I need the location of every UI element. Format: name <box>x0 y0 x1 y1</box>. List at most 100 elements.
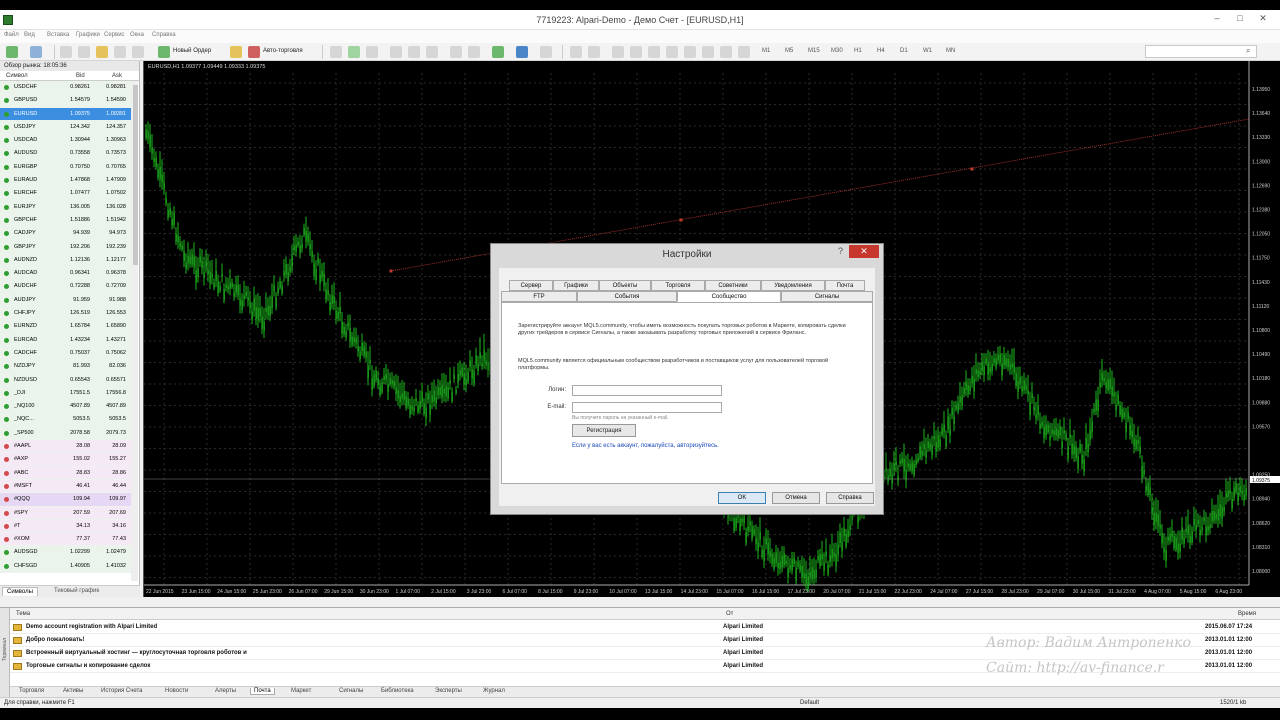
search-icon[interactable]: ⌕ <box>1246 46 1250 56</box>
tab-trade[interactable]: Торговля <box>16 688 47 694</box>
autotrading-icon[interactable] <box>248 46 260 58</box>
symbol-row[interactable]: CADJPY 94.939 94.973 <box>0 227 131 241</box>
symbol-row[interactable]: #AAPL 28.08 28.09 <box>0 440 131 454</box>
terminal-icon[interactable] <box>114 46 126 58</box>
symbol-row[interactable]: _NQC... 5053.5 5053.5 <box>0 413 131 427</box>
market-watch-icon[interactable] <box>60 46 72 58</box>
symbol-row[interactable]: EURJPY 136.005 136.028 <box>0 200 131 214</box>
symbol-row[interactable]: #SPY 207.59 207.69 <box>0 506 131 520</box>
periods-icon[interactable] <box>516 46 528 58</box>
horizontal-line-icon[interactable] <box>630 46 642 58</box>
new-chart-icon[interactable] <box>6 46 18 58</box>
tab-experts[interactable]: Эксперты <box>432 688 465 694</box>
strategy-tester-icon[interactable] <box>132 46 144 58</box>
channel-icon[interactable] <box>666 46 678 58</box>
menu-file[interactable]: Файл <box>4 32 19 38</box>
login-link[interactable]: Если у вас есть аккаунт, пожалуйста, авт… <box>572 443 719 449</box>
symbol-row[interactable]: AUDUSD 0.73558 0.73573 <box>0 147 131 161</box>
login-input[interactable] <box>572 385 722 396</box>
symbol-row[interactable]: CHFSGD 1.40905 1.41032 <box>0 559 131 573</box>
symbol-row[interactable]: #ABC 28.83 28.86 <box>0 466 131 480</box>
tab-alerts[interactable]: Алерты <box>212 688 239 694</box>
column-ask[interactable]: Ask <box>112 73 122 79</box>
timeframe-h4[interactable]: H4 <box>877 48 885 54</box>
timeframe-d1[interactable]: D1 <box>900 48 908 54</box>
email-input[interactable] <box>572 402 722 413</box>
timeframe-m5[interactable]: M5 <box>785 48 793 54</box>
symbol-row[interactable]: #AXP 155.02 155.27 <box>0 453 131 467</box>
editor-icon[interactable] <box>230 46 242 58</box>
tab-notifications[interactable]: Уведомления <box>761 280 825 291</box>
tab-account-history[interactable]: История Счета <box>98 688 145 694</box>
symbol-row[interactable]: #QQQ 109.94 109.97 <box>0 493 131 507</box>
data-window-icon[interactable] <box>78 46 90 58</box>
tab-mailbox[interactable]: Почта <box>250 688 275 695</box>
close-icon[interactable]: ✕ <box>1256 12 1270 24</box>
symbol-row[interactable]: USDCAD 1.30944 1.30963 <box>0 134 131 148</box>
label-tool-icon[interactable] <box>720 46 732 58</box>
timeframe-h1[interactable]: H1 <box>854 48 862 54</box>
candlestick-icon[interactable] <box>348 46 360 58</box>
symbol-row[interactable]: GBPUSD 1.54579 1.54590 <box>0 94 131 108</box>
text-tool-icon[interactable] <box>702 46 714 58</box>
symbol-row[interactable]: _SP500 2078.58 2079.73 <box>0 426 131 441</box>
help-icon[interactable]: ? <box>838 246 843 256</box>
tab-charts[interactable]: Графики <box>553 280 599 291</box>
cancel-button[interactable]: Отмена <box>772 492 820 504</box>
zoom-out-icon[interactable] <box>408 46 420 58</box>
symbol-row[interactable]: _NQ100 4507.89 4507.89 <box>0 400 131 414</box>
chart-shift-icon[interactable] <box>450 46 462 58</box>
timeframe-m30[interactable]: M30 <box>831 48 843 54</box>
tab-assets[interactable]: Активы <box>60 688 86 694</box>
tab-signals[interactable]: Сигналы <box>781 291 873 302</box>
timeframe-w1[interactable]: W1 <box>923 48 932 54</box>
menu-tools[interactable]: Сервис <box>104 32 125 38</box>
search-input[interactable] <box>1145 45 1257 58</box>
symbol-row[interactable]: EURGBP 0.70750 0.70765 <box>0 160 131 175</box>
symbol-row[interactable]: NZDUSD 0.65543 0.65571 <box>0 373 131 387</box>
tab-ftp[interactable]: FTP <box>501 291 577 302</box>
column-from[interactable]: От <box>726 611 733 617</box>
new-order-button[interactable]: Новый Ордер <box>173 48 211 54</box>
tab-journal[interactable]: Журнал <box>480 688 508 694</box>
tab-events[interactable]: События <box>577 291 677 302</box>
symbol-row[interactable]: CADCHF 0.75037 0.75062 <box>0 346 131 361</box>
column-subject[interactable]: Тема <box>16 611 30 617</box>
symbol-row[interactable]: AUDCHF 0.72288 0.72709 <box>0 280 131 294</box>
symbol-row[interactable]: EURCAD 1.43234 1.43271 <box>0 333 131 347</box>
close-dialog-button[interactable]: ✕ <box>849 245 879 258</box>
symbol-row[interactable]: EURNZD 1.65784 1.65890 <box>0 320 131 334</box>
trendline-icon[interactable] <box>648 46 660 58</box>
autoscroll-icon[interactable] <box>468 46 480 58</box>
tab-objects[interactable]: Объекты <box>599 280 651 291</box>
menu-charts[interactable]: Графики <box>76 32 100 38</box>
templates-icon[interactable] <box>540 46 552 58</box>
scrollbar-thumb[interactable] <box>133 85 138 265</box>
tile-windows-icon[interactable] <box>426 46 438 58</box>
fibonacci-icon[interactable] <box>684 46 696 58</box>
symbol-row[interactable]: GBPCHF 1.51886 1.51942 <box>0 213 131 228</box>
timeframe-mn[interactable]: MN <box>946 48 955 54</box>
symbol-row[interactable]: AUDJPY 91.959 91.988 <box>0 293 131 308</box>
tab-library[interactable]: Библиотека <box>378 688 417 694</box>
tab-signals[interactable]: Сигналы <box>336 688 366 694</box>
tab-email[interactable]: Почта <box>825 280 865 291</box>
menu-windows[interactable]: Окна <box>130 32 144 38</box>
symbol-row[interactable]: GBPJPY 192.206 192.239 <box>0 240 131 254</box>
tab-tick-chart[interactable]: Тиковый график <box>50 587 103 595</box>
new-order-icon[interactable] <box>158 46 170 58</box>
symbol-row[interactable]: NZDJPY 81.993 82.036 <box>0 360 131 374</box>
profiles-icon[interactable] <box>30 46 42 58</box>
tab-community[interactable]: Сообщество <box>677 291 781 302</box>
timeframe-m1[interactable]: M1 <box>762 48 770 54</box>
tab-trade[interactable]: Торговля <box>651 280 705 291</box>
menu-help[interactable]: Справка <box>152 32 176 38</box>
symbol-row[interactable]: EURAUD 1.47868 1.47909 <box>0 174 131 188</box>
terminal-sidebar[interactable]: Терминал <box>0 608 10 698</box>
menu-insert[interactable]: Вставка <box>47 32 69 38</box>
minimize-icon[interactable]: – <box>1210 12 1224 24</box>
help-button[interactable]: Справка <box>826 492 874 504</box>
tab-news[interactable]: Новости <box>162 688 191 694</box>
symbol-row[interactable]: EURUSD 1.09375 1.09391 <box>0 107 131 121</box>
symbol-row[interactable]: _DJI 17551.5 17556.8 <box>0 386 131 401</box>
